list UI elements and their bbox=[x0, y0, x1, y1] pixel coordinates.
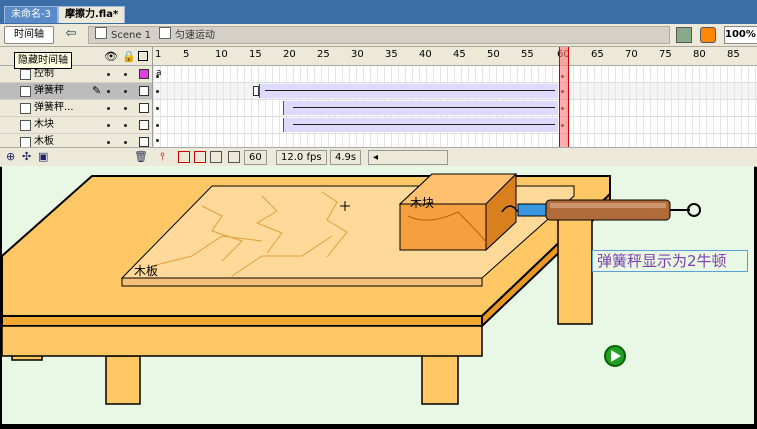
symbol-label: 匀速运动 bbox=[175, 30, 215, 41]
spring-scale-readout[interactable]: 弹簧秤显示为2牛顿 bbox=[592, 250, 748, 272]
doc-tab-friction[interactable]: 摩擦力.fla* bbox=[58, 6, 126, 23]
document-tab-bar: 未命名-3 摩擦力.fla* bbox=[0, 0, 757, 24]
layer-icon bbox=[20, 86, 31, 97]
layer-color-icon[interactable] bbox=[139, 103, 149, 113]
onion-outline-icon[interactable] bbox=[194, 151, 206, 163]
symbol-crumb[interactable]: 匀速运动 bbox=[159, 27, 215, 43]
layer-color-icon[interactable] bbox=[139, 120, 149, 130]
board-label: 木板 bbox=[134, 264, 159, 278]
zoom-select[interactable]: 100% bbox=[724, 26, 757, 44]
timeline-footer: ⊕ ✣ ▣ 🗑 ⫯ 60 12.0 fps 4.9s ◂ bbox=[0, 147, 757, 167]
add-guide-layer-icon[interactable]: ✣ bbox=[22, 150, 31, 163]
layer-color-icon[interactable] bbox=[139, 86, 149, 96]
edit-multiple-icon[interactable] bbox=[210, 151, 222, 163]
edit-scene-icon[interactable] bbox=[676, 27, 692, 43]
motion-tween[interactable] bbox=[283, 118, 558, 132]
layer-name: 木块 bbox=[34, 119, 54, 130]
elapsed-time: 4.9s bbox=[330, 150, 362, 165]
onion-markers-icon[interactable] bbox=[228, 151, 240, 163]
frame-row[interactable] bbox=[153, 83, 757, 100]
frame-row[interactable] bbox=[153, 117, 757, 134]
playhead[interactable] bbox=[559, 47, 569, 147]
frames-area[interactable]: 1 5 10 15 20 25 30 35 40 45 50 55 60 65 … bbox=[153, 47, 757, 148]
scene-label: Scene 1 bbox=[111, 30, 152, 41]
trash-icon[interactable]: 🗑 bbox=[134, 150, 148, 163]
layer-icon bbox=[20, 120, 31, 131]
eye-icon[interactable]: 👁 bbox=[104, 49, 118, 65]
current-frame: 60 bbox=[244, 150, 267, 165]
frame-row[interactable] bbox=[153, 100, 757, 117]
layer-row[interactable]: 木块 bbox=[0, 117, 152, 134]
layer-icon bbox=[20, 69, 31, 80]
layer-color-icon[interactable] bbox=[139, 137, 149, 147]
layer-row[interactable]: 弹簧秤... bbox=[0, 100, 152, 117]
onion-skin-icon[interactable] bbox=[178, 151, 190, 163]
timeline-toolbar: 时间轴 ⇦ Scene 1 匀速运动 100% bbox=[0, 24, 757, 47]
layer-color-icon[interactable] bbox=[139, 69, 149, 79]
timeline-toggle-button[interactable]: 时间轴 bbox=[4, 26, 54, 44]
layer-name: 弹簧秤 bbox=[34, 85, 64, 96]
pencil-icon: ✎ bbox=[92, 84, 102, 97]
play-button[interactable] bbox=[604, 346, 626, 368]
outline-icon[interactable] bbox=[138, 51, 148, 61]
add-layer-icon[interactable]: ⊕ bbox=[6, 150, 15, 163]
frame-rate[interactable]: 12.0 fps bbox=[276, 150, 327, 165]
block-label: 木块 bbox=[410, 196, 435, 210]
motion-tween[interactable] bbox=[259, 84, 558, 98]
frame-ruler[interactable]: 1 5 10 15 20 25 30 35 40 45 50 55 60 65 … bbox=[153, 47, 757, 66]
layer-row[interactable]: 木板 bbox=[0, 134, 152, 148]
layer-name: 木板 bbox=[34, 136, 54, 147]
tooltip: 隐藏时间轴 bbox=[14, 52, 72, 69]
stage-artwork bbox=[1, 172, 701, 405]
frame-row[interactable] bbox=[153, 134, 757, 148]
motion-tween[interactable] bbox=[283, 101, 558, 115]
layer-row[interactable]: 弹簧秤 ✎ bbox=[0, 83, 152, 100]
table-apron bbox=[1, 325, 483, 357]
center-frame-icon[interactable]: ⫯ bbox=[160, 150, 165, 164]
table-leg bbox=[557, 205, 593, 325]
edit-symbol-icon[interactable] bbox=[700, 27, 716, 43]
doc-tab-untitled[interactable]: 未命名-3 bbox=[4, 6, 58, 23]
scene-icon bbox=[95, 27, 107, 39]
movieclip-icon bbox=[159, 27, 171, 39]
lock-icon[interactable]: 🔒 bbox=[122, 49, 136, 65]
timeline-scrollbar[interactable]: ◂ bbox=[368, 150, 448, 165]
scene-crumb[interactable]: Scene 1 bbox=[95, 27, 151, 43]
breadcrumb: Scene 1 匀速运动 bbox=[88, 26, 670, 44]
table-front-edge bbox=[1, 315, 483, 327]
layer-name: 弹簧秤... bbox=[34, 102, 74, 113]
scale-spring bbox=[517, 203, 547, 217]
stage[interactable]: 木块 木板 弹簧秤显示为2牛顿 bbox=[1, 166, 754, 424]
frame-row[interactable]: a bbox=[153, 66, 757, 83]
layer-icon bbox=[20, 103, 31, 114]
board-edge bbox=[121, 277, 483, 287]
back-arrow-icon[interactable]: ⇦ bbox=[62, 26, 80, 42]
add-folder-icon[interactable]: ▣ bbox=[38, 150, 48, 163]
table-leg bbox=[105, 355, 141, 405]
